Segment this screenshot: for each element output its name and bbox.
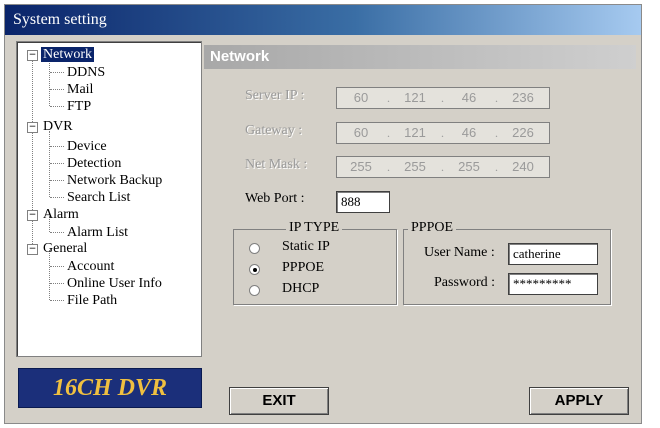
tree-item-general[interactable]: General (43, 240, 87, 257)
exit-button[interactable]: EXIT (229, 387, 329, 415)
static-ip-radio[interactable] (249, 243, 260, 254)
tree-line (50, 146, 64, 147)
tree-item-ddns[interactable]: DDNS (67, 64, 105, 81)
ip-octet: 46 (461, 125, 477, 140)
web-port-label: Web Port : (245, 191, 305, 206)
tree-line (50, 197, 64, 198)
tree-line (50, 89, 64, 90)
ip-octet: 255 (458, 159, 480, 174)
collapse-icon[interactable]: − (27, 50, 38, 61)
tree-line (50, 72, 64, 73)
tree-item-network[interactable]: Network (41, 46, 94, 63)
ip-octet: 121 (404, 90, 426, 105)
collapse-icon[interactable]: − (27, 122, 38, 133)
dvr-logo: 16CH DVR (18, 368, 202, 408)
ip-octet: 236 (512, 90, 534, 105)
static-ip-label: Static IP (282, 239, 330, 254)
tree-line (49, 250, 50, 300)
pppoe-radio-label: PPPOE (282, 260, 325, 275)
apply-button[interactable]: APPLY (529, 387, 629, 415)
tree-item-account[interactable]: Account (67, 258, 114, 275)
ip-octet: 226 (512, 125, 534, 140)
gateway-label: Gateway : (245, 123, 303, 138)
ip-octet: 60 (353, 90, 369, 105)
ip-dot: . (495, 126, 498, 140)
tree-item-alarm[interactable]: Alarm (43, 206, 79, 223)
password-input[interactable]: ********* (508, 273, 598, 295)
server-ip-label: Server IP : (245, 88, 305, 103)
password-label: Password : (434, 275, 496, 290)
tree-item-online-user-info[interactable]: Online User Info (67, 275, 162, 292)
ip-octet: 121 (404, 125, 426, 140)
ip-octet: 240 (512, 159, 534, 174)
tree-item-dvr[interactable]: DVR (43, 118, 73, 135)
tree-item-detection[interactable]: Detection (67, 155, 121, 172)
pppoe-group: PPPOE User Name : catherine Password : *… (403, 220, 611, 305)
ip-dot: . (441, 160, 444, 174)
tree-line (50, 266, 64, 267)
tree-item-mail[interactable]: Mail (67, 81, 93, 98)
tree-line (49, 56, 50, 106)
tree-line (50, 283, 64, 284)
ip-dot: . (495, 160, 498, 174)
tree-item-search-list[interactable]: Search List (67, 189, 130, 206)
tree-line (50, 232, 64, 233)
ip-dot: . (441, 91, 444, 105)
tree-line (50, 180, 64, 181)
tree-line (50, 163, 64, 164)
web-port-input[interactable]: 888 (336, 191, 390, 213)
panel-title: Network (204, 45, 636, 69)
pppoe-group-title: PPPOE (408, 220, 457, 236)
ip-dot: . (387, 91, 390, 105)
tree-line (49, 131, 50, 197)
tree-item-ftp[interactable]: FTP (67, 98, 91, 115)
pppoe-radio[interactable] (249, 264, 260, 275)
ip-octet: 46 (461, 90, 477, 105)
ip-type-group: IP TYPE Static IP PPPOE DHCP (233, 220, 397, 305)
ip-dot: . (387, 160, 390, 174)
ip-type-title: IP TYPE (286, 220, 343, 236)
tree-item-alarm-list[interactable]: Alarm List (67, 224, 128, 241)
ip-dot: . (387, 126, 390, 140)
ip-dot: . (495, 91, 498, 105)
system-setting-window: System setting − Network DDNS Mail FTP −… (4, 4, 642, 424)
tree-line (50, 300, 64, 301)
user-name-label: User Name : (424, 245, 495, 260)
ip-octet: 60 (353, 125, 369, 140)
collapse-icon[interactable]: − (27, 210, 38, 221)
dhcp-label: DHCP (282, 281, 320, 296)
dhcp-radio[interactable] (249, 285, 260, 296)
user-name-input[interactable]: catherine (508, 243, 598, 265)
server-ip-field: 60 . 121 . 46 . 236 (336, 87, 550, 109)
ip-octet: 255 (404, 159, 426, 174)
netmask-field: 255 . 255 . 255 . 240 (336, 156, 550, 178)
tree-item-device[interactable]: Device (67, 138, 107, 155)
collapse-icon[interactable]: − (27, 244, 38, 255)
window-title: System setting (5, 5, 641, 35)
settings-tree[interactable]: − Network DDNS Mail FTP − DVR Device Det… (16, 41, 202, 357)
ip-dot: . (441, 126, 444, 140)
gateway-field: 60 . 121 . 46 . 226 (336, 122, 550, 144)
tree-line (50, 106, 64, 107)
tree-item-file-path[interactable]: File Path (67, 292, 117, 309)
netmask-label: Net Mask : (245, 157, 308, 172)
tree-item-network-backup[interactable]: Network Backup (67, 172, 162, 189)
ip-octet: 255 (350, 159, 372, 174)
